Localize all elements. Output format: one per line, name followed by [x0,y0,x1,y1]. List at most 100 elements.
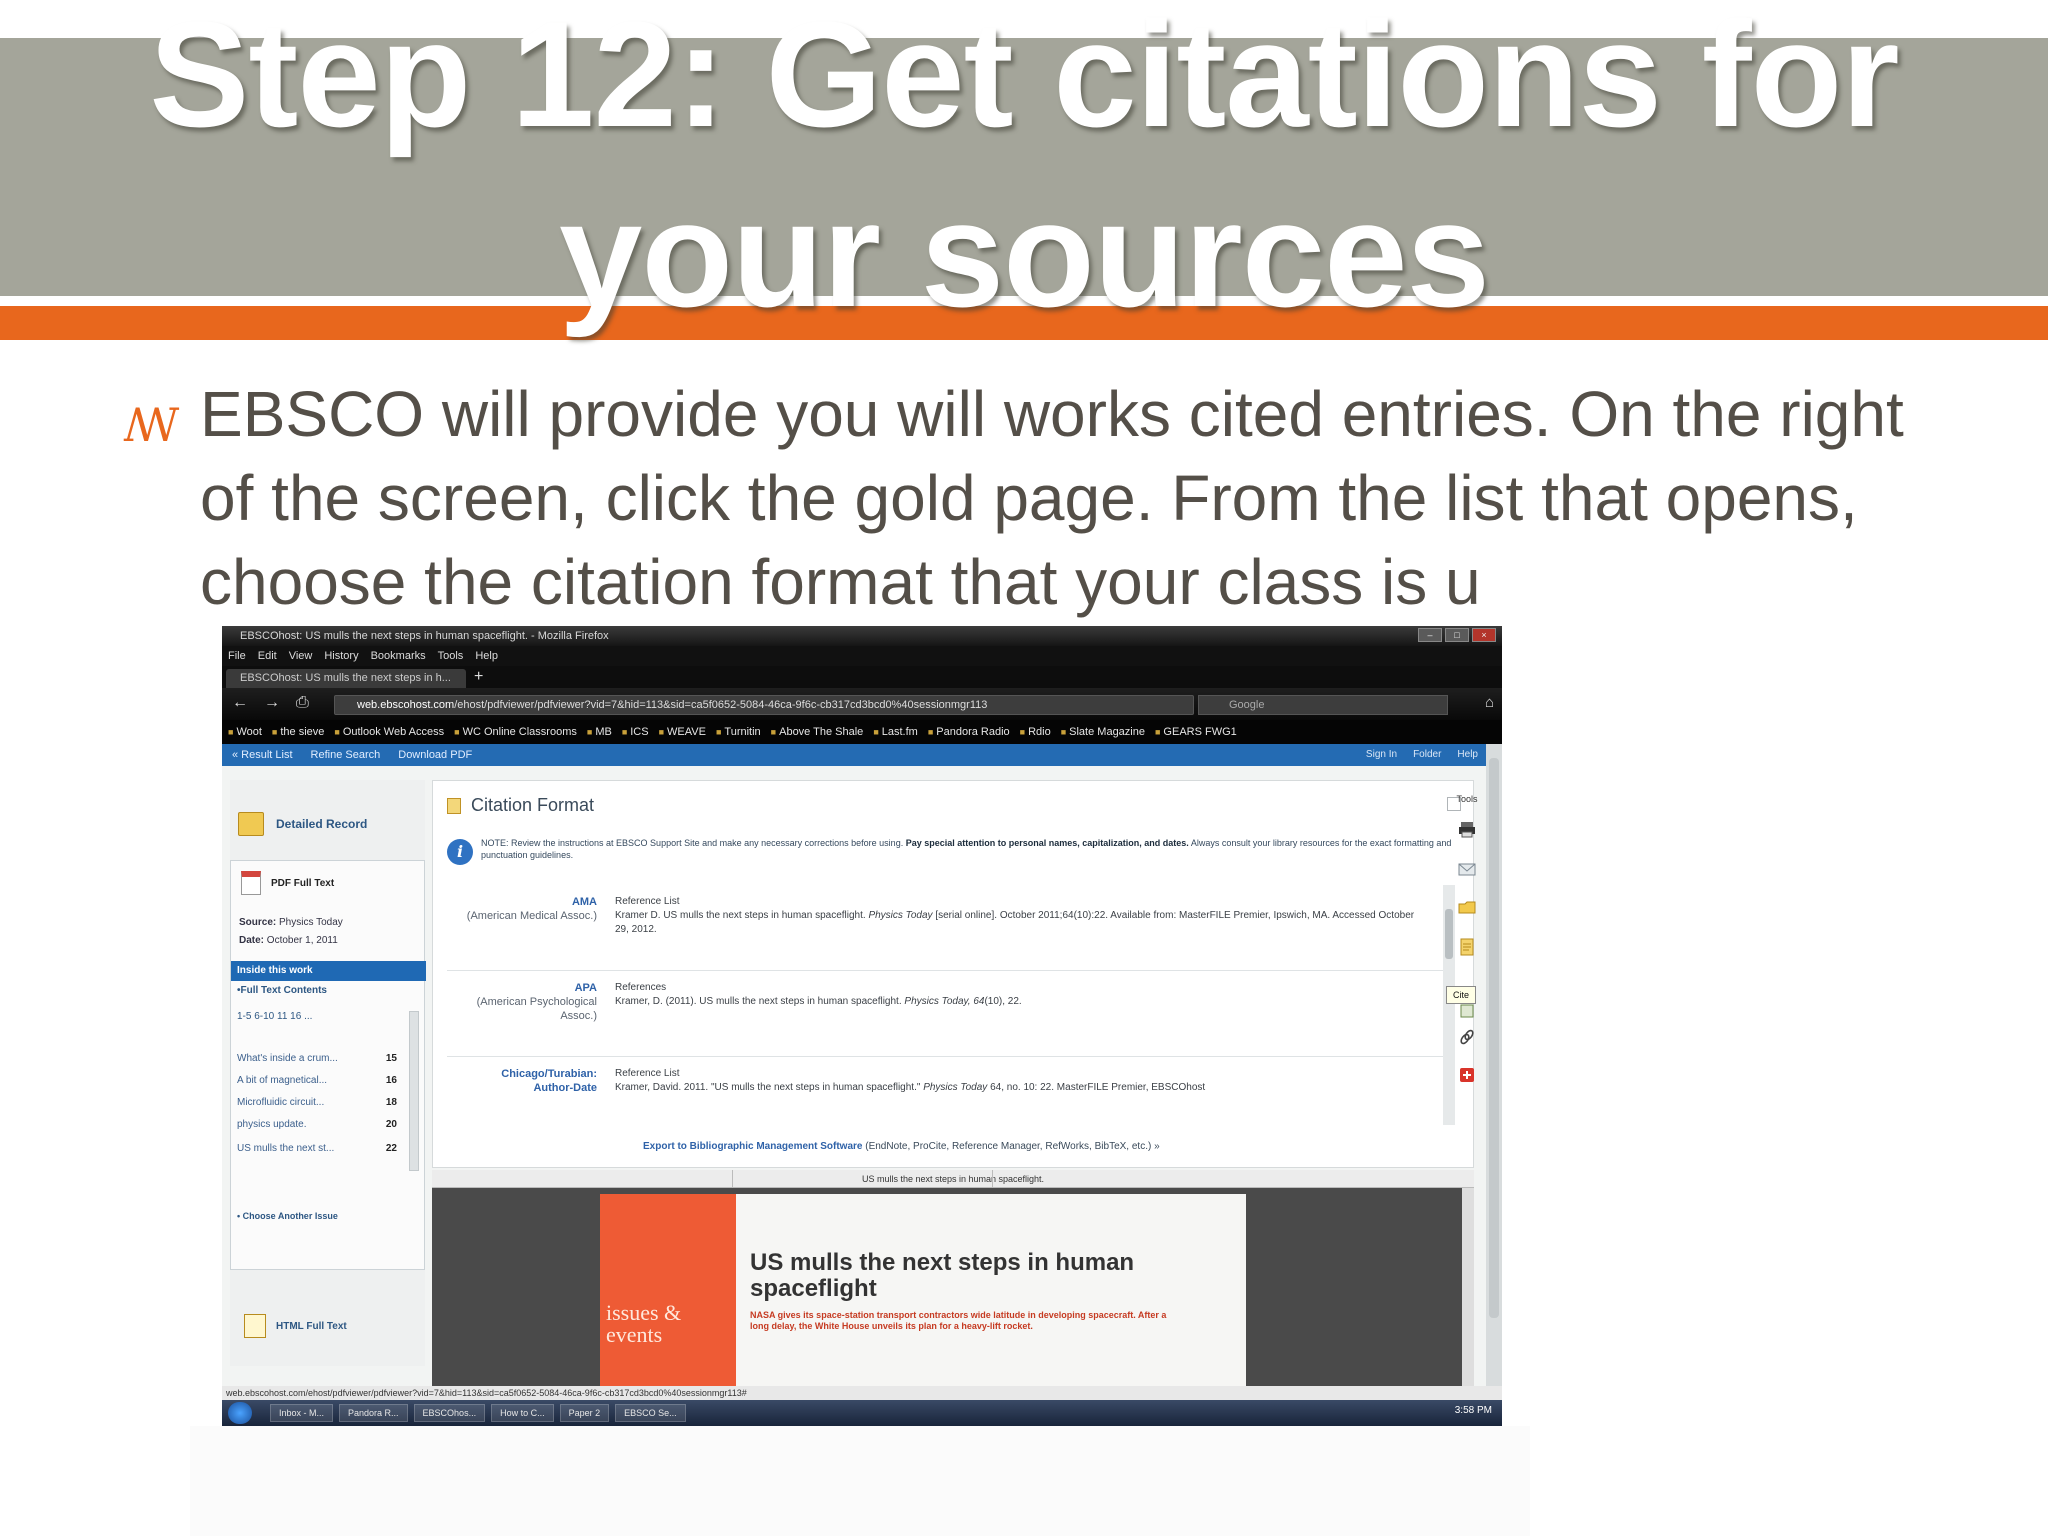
contents-item[interactable]: A bit of magnetical... 16 [237,1075,397,1086]
share-tool-icon[interactable] [1458,1066,1476,1084]
pdf-info-card: PDF Full Text Source: Physics Today Date… [230,860,426,1270]
contents-item-page: 20 [385,1119,397,1130]
date-value: October 1, 2011 [266,935,338,946]
taskbar-item[interactable]: Paper 2 [559,1404,610,1422]
window-controls: – □ × [1418,628,1496,642]
refine-search-link[interactable]: Refine Search [311,744,381,766]
download-pdf-link[interactable]: Download PDF [398,744,472,766]
citation-style-full: (American Psychological Assoc.) [476,996,597,1022]
citation-journal: Physics Today, 64 [904,996,985,1007]
citation-style-name[interactable]: AMA [447,895,597,909]
bookmark-item[interactable]: WEAVE [659,720,706,744]
bookmark-item[interactable]: Last.fm [873,720,918,744]
citation-format-title: Citation Format [471,795,595,815]
bookmark-item[interactable]: WC Online Classrooms [454,720,577,744]
note-bold: Pay special attention to personal names,… [905,838,1189,848]
new-tab-icon[interactable]: + [474,668,483,686]
taskbar-item[interactable]: How to C... [491,1404,554,1422]
menu-edit[interactable]: Edit [258,646,277,666]
full-text-contents-link[interactable]: •Full Text Contents [237,985,327,996]
close-icon[interactable]: × [1472,628,1496,642]
tab-bar: EBSCOhost: US mulls the next steps in h.… [222,666,1502,688]
menu-file[interactable]: File [228,646,246,666]
menu-tools[interactable]: Tools [438,646,464,666]
url-bar[interactable]: web.ebscohost.com/ehost/pdfviewer/pdfvie… [334,695,1194,715]
back-icon[interactable]: ← [232,694,248,712]
html-full-text-link[interactable]: HTML Full Text [244,1314,347,1338]
menu-bookmarks[interactable]: Bookmarks [371,646,426,666]
date-line: Date: October 1, 2011 [239,935,338,946]
export-tool-icon[interactable] [1458,1002,1476,1020]
taskbar-item[interactable]: EBSCO Se... [615,1404,686,1422]
detailed-record-link[interactable]: Detailed Record [238,804,428,844]
taskbar-item[interactable]: Inbox - M... [270,1404,334,1422]
contents-item[interactable]: Microfluidic circuit... 18 [237,1097,397,1108]
bookmark-item[interactable]: Outlook Web Access [334,720,444,744]
taskbar-items: Inbox - M... Pandora R... EBSCOhos... Ho… [270,1404,686,1422]
search-input[interactable]: Google [1198,695,1448,715]
browser-tab[interactable]: EBSCOhost: US mulls the next steps in h.… [226,669,466,688]
citation-text: Reference List Kramer D. US mulls the ne… [615,895,1425,937]
bookmark-item[interactable]: Slate Magazine [1061,720,1145,744]
folder-link[interactable]: Folder [1413,744,1441,766]
nav-buttons: ← → ⎙ [232,694,309,712]
print-icon[interactable]: ⎙ [296,694,309,712]
export-rest: (EndNote, ProCite, Reference Manager, Re… [865,1141,1160,1152]
pdf-full-text-link[interactable]: PDF Full Text [241,871,334,895]
citation-style-name[interactable]: Chicago/Turabian: [447,1067,597,1081]
contents-scrollbar[interactable] [409,1011,419,1171]
bookmark-item[interactable]: the sieve [272,720,324,744]
cite-gold-page-icon[interactable] [1458,938,1476,956]
menu-view[interactable]: View [289,646,313,666]
start-button-icon[interactable] [228,1402,252,1424]
slide-title-line1: Step 12: Get citations for [149,0,1899,158]
pdf-headline: US mulls the next steps in human spacefl… [750,1249,1135,1302]
email-tool-icon[interactable] [1458,860,1476,878]
pdf-scrollbar[interactable] [1462,1188,1474,1386]
contents-item[interactable]: physics update. 20 [237,1119,397,1130]
window-title: EBSCOhost: US mulls the next steps in hu… [240,630,609,642]
home-icon[interactable]: ⌂ [1485,694,1494,711]
bottom-area [190,1426,1530,1536]
inside-this-work-header[interactable]: Inside this work [231,961,426,981]
menu-help[interactable]: Help [475,646,498,666]
print-tool-icon[interactable] [1458,820,1476,838]
contents-item-title: A bit of magnetical... [237,1075,328,1086]
bookmark-item[interactable]: GEARS FWG1 [1155,720,1236,744]
maximize-icon[interactable]: □ [1445,628,1469,642]
source-label: Source: [239,917,277,928]
citation-journal: Physics Today [868,910,933,921]
bookmark-item[interactable]: Pandora Radio [928,720,1009,744]
pager[interactable]: 1-5 6-10 11 16 ... [237,1011,312,1022]
citation-heading: Reference List [615,1068,680,1079]
save-tool-icon[interactable] [1458,898,1476,916]
document-icon [238,812,264,836]
taskbar-item[interactable]: Pandora R... [339,1404,408,1422]
bookmark-item[interactable]: MB [587,720,612,744]
menu-history[interactable]: History [324,646,358,666]
bookmark-item[interactable]: ICS [622,720,648,744]
pdf-subhead: NASA gives its space-station transport c… [750,1310,1167,1331]
forward-icon[interactable]: → [264,694,280,712]
citation-style-label: APA (American Psychological Assoc.) [447,981,597,1023]
contents-item-page: 22 [385,1143,397,1154]
citation-text: Reference List Kramer, David. 2011. "US … [615,1067,1425,1095]
bookmark-item[interactable]: Rdio [1020,720,1051,744]
citation-style-name[interactable]: APA [447,981,597,995]
source-line: Source: Physics Today [239,917,343,928]
bookmark-item[interactable]: Turnitin [716,720,760,744]
contents-item[interactable]: US mulls the next st... 22 [237,1143,397,1154]
minimize-icon[interactable]: – [1418,628,1442,642]
result-list-link[interactable]: « Result List [232,744,293,766]
export-link[interactable]: Export to Bibliographic Management Softw… [643,1141,862,1152]
contents-item[interactable]: What's inside a crum... 15 [237,1053,397,1064]
page-scrollbar[interactable] [1486,744,1502,1386]
help-link[interactable]: Help [1457,744,1478,766]
link-tool-icon[interactable] [1458,1028,1476,1046]
taskbar-item[interactable]: EBSCOhos... [413,1404,486,1422]
bookmark-item[interactable]: Woot [228,720,261,744]
sign-in-link[interactable]: Sign In [1366,744,1397,766]
choose-another-issue-link[interactable]: • Choose Another Issue [237,1211,338,1221]
bookmark-item[interactable]: Above The Shale [771,720,863,744]
navigation-bar: ← → ⎙ web.ebscohost.com/ehost/pdfviewer/… [222,688,1502,720]
